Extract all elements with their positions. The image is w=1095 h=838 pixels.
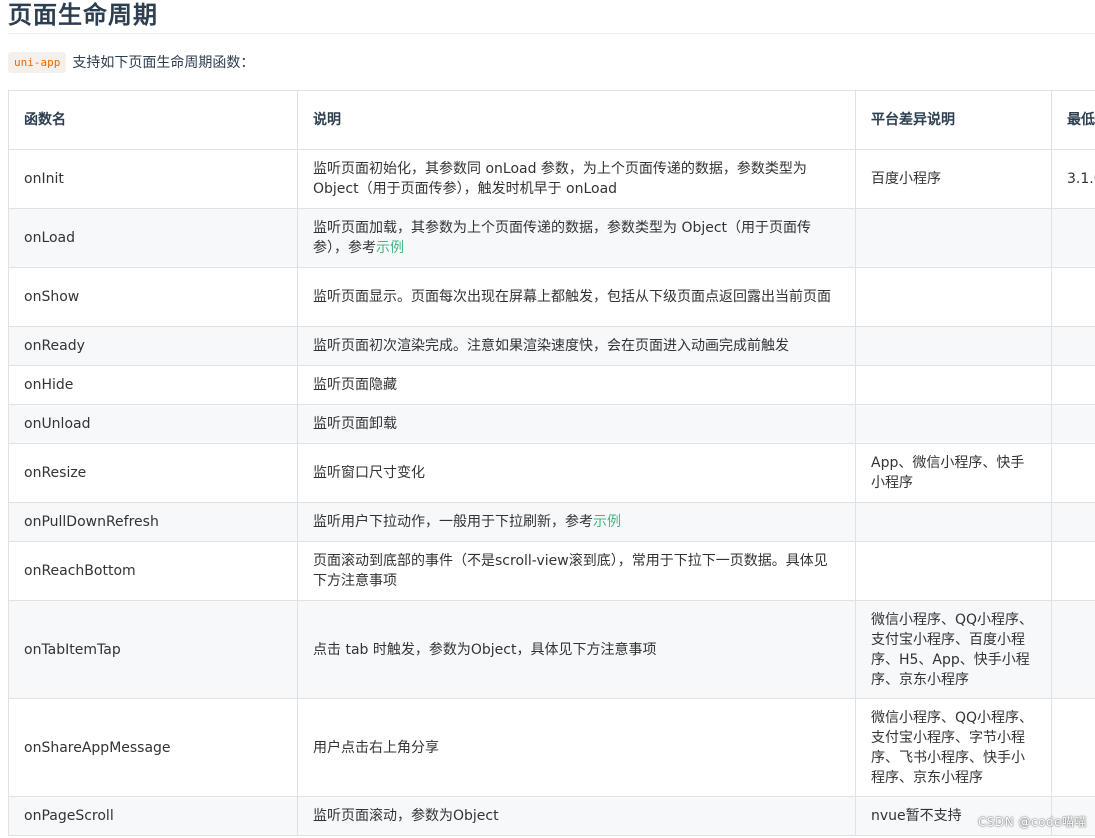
cell-function-name: onTabItemTap	[8, 600, 298, 699]
cell-platform	[855, 267, 1052, 327]
cell-description: 监听页面卸载	[297, 404, 856, 444]
cell-function-name: onLoad	[8, 208, 298, 268]
title-divider	[8, 33, 1095, 34]
cell-description: 监听页面滚动，参数为Object	[297, 796, 856, 836]
cell-function-name: onShareAppMessage	[8, 698, 298, 797]
table-header-row: 函数名 说明 平台差异说明 最低版本	[8, 90, 1095, 150]
intro-text: 支持如下页面生命周期函数：	[72, 55, 255, 71]
cell-description: 监听页面隐藏	[297, 365, 856, 405]
header-function-name: 函数名	[8, 90, 298, 150]
table-row: onInit 监听页面初始化，其参数同 onLoad 参数，为上个页面传递的数据…	[8, 149, 1095, 209]
cell-function-name: onResize	[8, 443, 298, 503]
cell-min-version	[1051, 208, 1095, 268]
cell-description: 监听页面加载，其参数为上个页面传递的数据，参数类型为 Object（用于页面传参…	[297, 208, 856, 268]
page-title: 页面生命周期	[8, 1, 158, 29]
cell-platform	[855, 208, 1052, 268]
cell-function-name: onUnload	[8, 404, 298, 444]
cell-min-version	[1051, 502, 1095, 542]
cell-function-name: onShow	[8, 267, 298, 327]
cell-description: 监听窗口尺寸变化	[297, 443, 856, 503]
cell-min-version	[1051, 404, 1095, 444]
header-min-version: 最低版本	[1051, 90, 1095, 150]
cell-description: 监听页面初始化，其参数同 onLoad 参数，为上个页面传递的数据，参数类型为 …	[297, 149, 856, 209]
cell-min-version	[1051, 267, 1095, 327]
cell-description: 监听页面初次渲染完成。注意如果渲染速度快，会在页面进入动画完成前触发	[297, 326, 856, 366]
cell-platform	[855, 502, 1052, 542]
cell-description: 监听页面显示。页面每次出现在屏幕上都触发，包括从下级页面点返回露出当前页面	[297, 267, 856, 327]
table-row: onShow 监听页面显示。页面每次出现在屏幕上都触发，包括从下级页面点返回露出…	[8, 267, 1095, 327]
cell-platform	[855, 326, 1052, 366]
cell-platform: 微信小程序、QQ小程序、支付宝小程序、百度小程序、H5、App、快手小程序、京东…	[855, 600, 1052, 699]
lifecycle-table: 函数名 说明 平台差异说明 最低版本 onInit 监听页面初始化，其参数同 o…	[8, 90, 1095, 836]
table-row: onHide 监听页面隐藏	[8, 365, 1095, 405]
example-link[interactable]: 示例	[593, 514, 621, 530]
table-row: onPullDownRefresh 监听用户下拉动作，一般用于下拉刷新，参考示例	[8, 502, 1095, 542]
lifecycle-table-container[interactable]: 函数名 说明 平台差异说明 最低版本 onInit 监听页面初始化，其参数同 o…	[8, 90, 1095, 838]
intro-paragraph: uni-app 支持如下页面生命周期函数：	[8, 50, 254, 74]
cell-platform: App、微信小程序、快手小程序	[855, 443, 1052, 503]
cell-platform	[855, 541, 1052, 601]
cell-description: 用户点击右上角分享	[297, 698, 856, 797]
cell-min-version	[1051, 541, 1095, 601]
cell-min-version	[1051, 443, 1095, 503]
cell-min-version	[1051, 698, 1095, 797]
header-platform: 平台差异说明	[855, 90, 1052, 150]
cell-description: 页面滚动到底部的事件（不是scroll-view滚到底），常用于下拉下一页数据。…	[297, 541, 856, 601]
cell-function-name: onHide	[8, 365, 298, 405]
table-row: onTabItemTap 点击 tab 时触发，参数为Object，具体见下方注…	[8, 600, 1095, 699]
cell-platform: 微信小程序、QQ小程序、支付宝小程序、字节小程序、飞书小程序、快手小程序、京东小…	[855, 698, 1052, 797]
csdn-watermark: CSDN @code喵喵	[978, 815, 1087, 829]
cell-description: 点击 tab 时触发，参数为Object，具体见下方注意事项	[297, 600, 856, 699]
cell-platform: 百度小程序	[855, 149, 1052, 209]
example-link[interactable]: 示例	[376, 240, 404, 256]
table-row: onResize 监听窗口尺寸变化 App、微信小程序、快手小程序	[8, 443, 1095, 503]
cell-function-name: onReady	[8, 326, 298, 366]
cell-platform	[855, 365, 1052, 405]
cell-min-version	[1051, 365, 1095, 405]
table-row: onShareAppMessage 用户点击右上角分享 微信小程序、QQ小程序、…	[8, 698, 1095, 797]
cell-min-version	[1051, 326, 1095, 366]
table-row: onPageScroll 监听页面滚动，参数为Object nvue暂不支持	[8, 796, 1095, 836]
inline-code: uni-app	[8, 51, 67, 73]
cell-function-name: onPullDownRefresh	[8, 502, 298, 542]
cell-description: 监听用户下拉动作，一般用于下拉刷新，参考示例	[297, 502, 856, 542]
table-row: onLoad 监听页面加载，其参数为上个页面传递的数据，参数类型为 Object…	[8, 208, 1095, 268]
header-description: 说明	[297, 90, 856, 150]
cell-min-version	[1051, 600, 1095, 699]
cell-function-name: onPageScroll	[8, 796, 298, 836]
cell-platform	[855, 404, 1052, 444]
table-row: onReady 监听页面初次渲染完成。注意如果渲染速度快，会在页面进入动画完成前…	[8, 326, 1095, 366]
cell-min-version: 3.1.0+	[1051, 149, 1095, 209]
table-row: onReachBottom 页面滚动到底部的事件（不是scroll-view滚到…	[8, 541, 1095, 601]
table-row: onUnload 监听页面卸载	[8, 404, 1095, 444]
cell-function-name: onReachBottom	[8, 541, 298, 601]
cell-function-name: onInit	[8, 149, 298, 209]
